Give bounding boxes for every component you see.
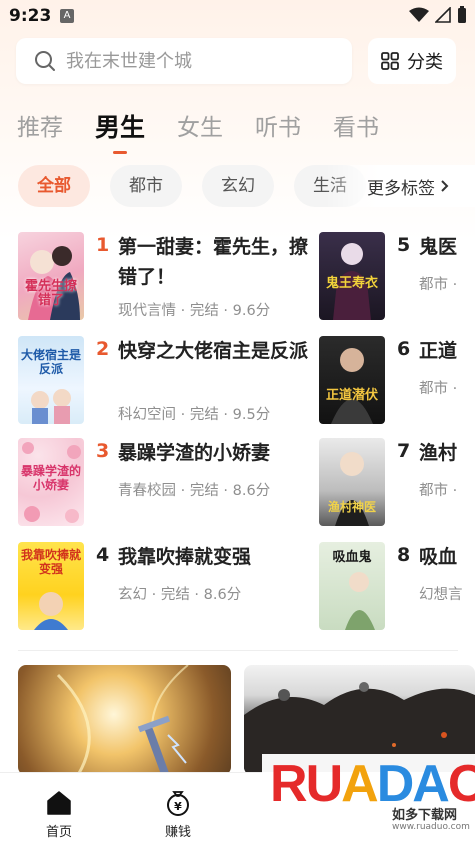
book-title: 快穿之大佬宿主是反派 [118, 340, 309, 362]
chip-fantasy[interactable]: 玄幻 [202, 165, 274, 207]
book-cover: 鬼王寿衣 [319, 232, 385, 320]
grid-icon [381, 52, 399, 70]
status-time: 9:23 [9, 6, 52, 26]
cover-title: 大佬宿主是反派 [20, 348, 81, 376]
book-rank: 6 [397, 338, 411, 360]
tab-recommend[interactable]: 推荐 [17, 108, 63, 142]
chip-urban[interactable]: 都市 [110, 165, 182, 207]
cover-title: 正道潜伏 [325, 388, 378, 403]
svg-text:¥: ¥ [174, 800, 182, 813]
status-bar: 9:23 A [0, 0, 475, 32]
banner-art [56, 665, 189, 775]
watermark-url: www.ruaduo.com [392, 822, 470, 832]
section-divider [18, 650, 458, 651]
book-cover: 霍先生撩错了 [18, 232, 84, 320]
search-box[interactable] [16, 38, 352, 84]
book-item[interactable]: 暴躁学渣的小娇妻 3 暴躁学渣的小娇妻 青春校园 · 完结 · 8.6分 [18, 438, 308, 528]
battery-icon [458, 6, 466, 23]
tab-read[interactable]: 看书 [333, 108, 379, 142]
category-label: 分类 [407, 52, 443, 73]
book-title: 暴躁学渣的小娇妻 [118, 442, 271, 464]
more-tags-label: 更多标签 [367, 178, 435, 199]
cover-title: 渔村神医 [327, 500, 376, 514]
book-title: 鬼医 [419, 236, 458, 258]
book-title: 第一甜妻：霍先生，撩错了！ [118, 236, 309, 288]
chip-all[interactable]: 全部 [18, 165, 90, 207]
cover-title: 吸血鬼 [332, 550, 372, 565]
book-meta: 幻想言 [419, 587, 463, 603]
channel-tabs: 推荐 男生 女生 听书 看书 [17, 108, 379, 142]
cover-title: 鬼王寿衣 [325, 276, 378, 291]
book-rank: 7 [397, 440, 411, 462]
book-meta: 都市 · [419, 483, 458, 499]
book-cover: 我靠吹捧就变强 [18, 542, 84, 630]
watermark: RUADAO 如多下载网 www.ruaduo.com [262, 754, 475, 844]
tab-female[interactable]: 女生 [177, 108, 223, 142]
book-rank: 5 [397, 234, 411, 256]
book-cover: 渔村神医 [319, 438, 385, 526]
tab-audiobook[interactable]: 听书 [255, 108, 301, 142]
home-icon [47, 791, 71, 815]
book-item[interactable]: 霍先生撩错了 1 第一甜妻：霍先生，撩错了！ 现代言情 · 完结 · 9.6分 [18, 232, 308, 322]
more-tags-button[interactable]: 更多标签 [325, 165, 475, 207]
cover-title: 霍先生撩错了 [24, 279, 77, 308]
category-button[interactable]: 分类 [368, 38, 456, 84]
nav-earn[interactable]: ¥ 赚钱 [148, 789, 208, 840]
book-meta: 现代言情 · 完结 · 9.6分 [118, 303, 271, 319]
book-rank: 4 [96, 544, 110, 566]
book-item[interactable]: 渔村神医 7 渔村 都市 · [319, 438, 475, 528]
nav-earn-label: 赚钱 [164, 825, 191, 840]
tab-male[interactable]: 男生 [95, 108, 145, 142]
chevron-right-icon [441, 180, 449, 192]
book-title: 正道 [419, 340, 458, 362]
search-input[interactable] [66, 50, 326, 72]
book-rank: 8 [397, 544, 411, 566]
book-meta: 科幻空间 · 完结 · 9.5分 [118, 407, 271, 423]
book-meta: 青春校园 · 完结 · 8.6分 [118, 483, 271, 499]
book-item[interactable]: 大佬宿主是反派 2 快穿之大佬宿主是反派 科幻空间 · 完结 · 9.5分 [18, 336, 308, 426]
book-meta: 都市 · [419, 381, 458, 397]
book-title: 我靠吹捧就变强 [118, 546, 252, 568]
book-cover: 正道潜伏 [319, 336, 385, 424]
wifi-icon [409, 7, 429, 22]
book-item[interactable]: 吸血鬼 8 吸血 幻想言 [319, 542, 475, 632]
book-meta: 都市 · [419, 277, 458, 293]
book-cover: 暴躁学渣的小娇妻 [18, 438, 84, 526]
nav-home-label: 首页 [45, 825, 72, 840]
book-cover: 吸血鬼 [319, 542, 385, 630]
search-icon [35, 51, 55, 71]
cover-title: 我靠吹捧就变强 [20, 548, 81, 576]
watermark-name: 如多下载网 [392, 808, 458, 823]
book-item[interactable]: 正道潜伏 6 正道 都市 · [319, 336, 475, 426]
money-bag-icon: ¥ [167, 791, 189, 816]
book-cover: 大佬宿主是反派 [18, 336, 84, 424]
book-rank: 2 [96, 338, 110, 360]
book-meta: 玄幻 · 完结 · 8.6分 [118, 587, 242, 603]
banner-card[interactable] [18, 665, 231, 775]
cellular-signal-icon [435, 7, 451, 23]
app-notification-icon: A [60, 9, 74, 23]
book-rank: 3 [96, 440, 110, 462]
book-rank: 1 [96, 234, 110, 256]
book-title: 吸血 [419, 546, 458, 568]
book-item[interactable]: 我靠吹捧就变强 4 我靠吹捧就变强 玄幻 · 完结 · 8.6分 [18, 542, 308, 632]
book-title: 渔村 [419, 442, 458, 464]
book-item[interactable]: 鬼王寿衣 5 鬼医 都市 · [319, 232, 475, 322]
cover-title: 暴躁学渣的小娇妻 [20, 464, 81, 492]
nav-home[interactable]: 首页 [29, 789, 89, 840]
